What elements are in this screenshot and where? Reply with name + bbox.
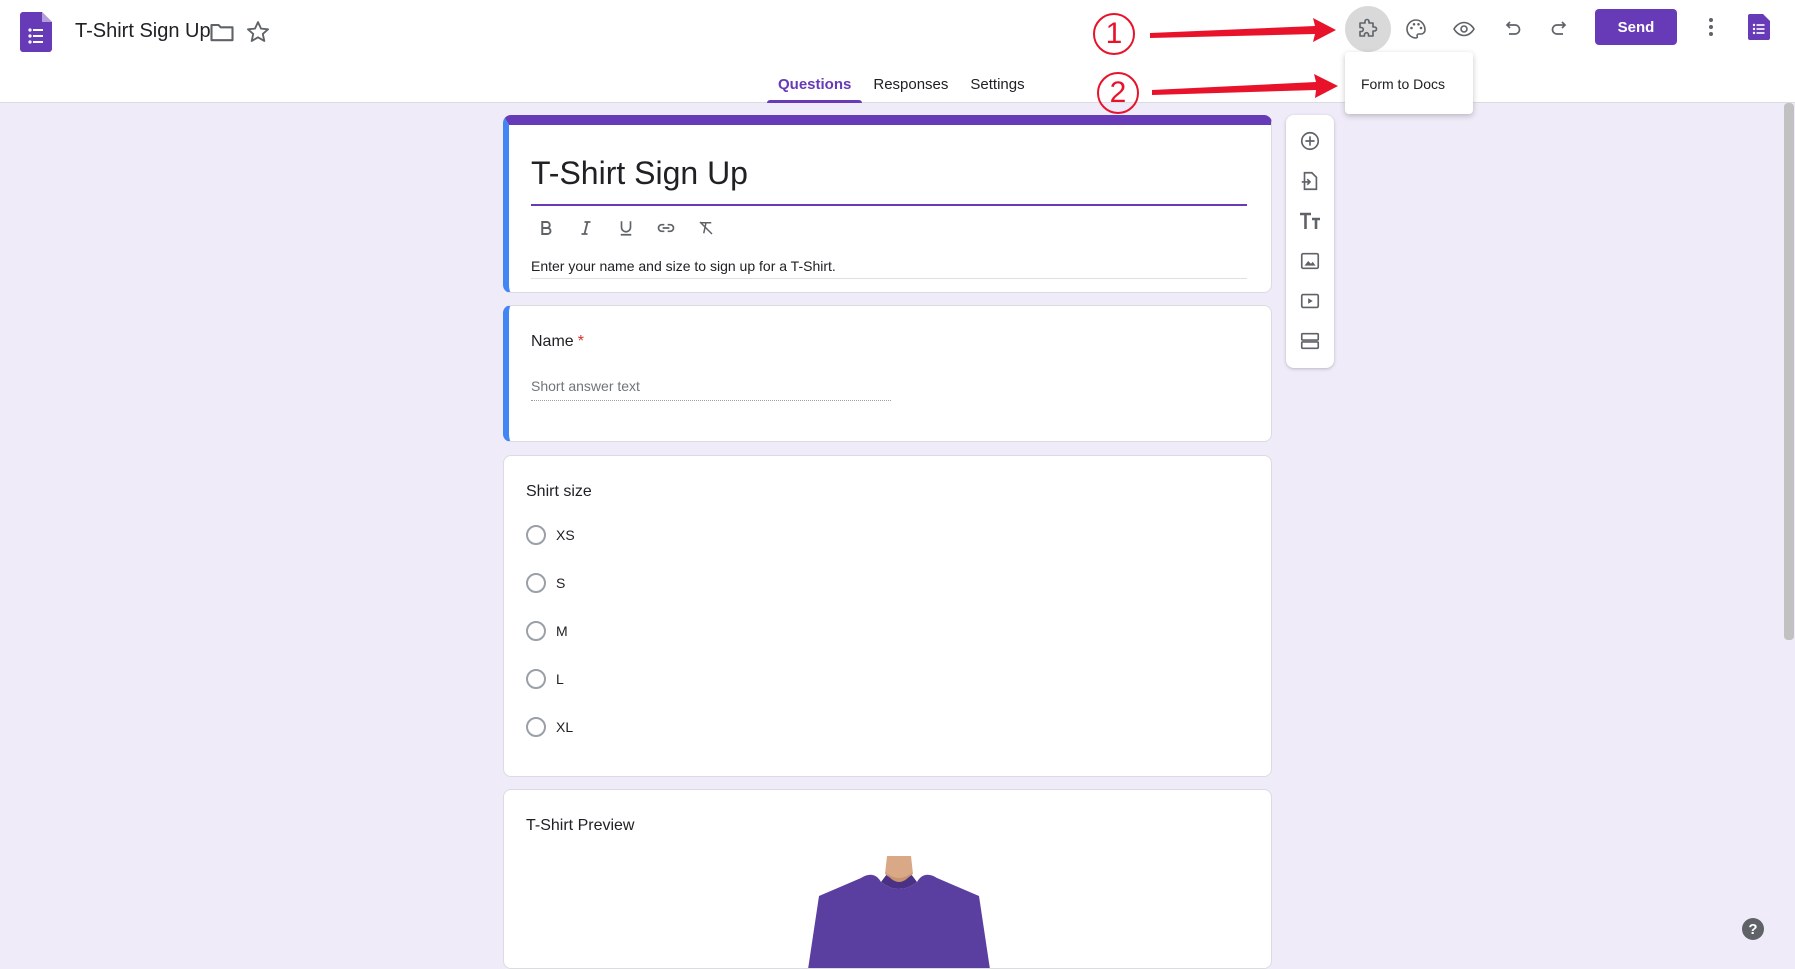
radio-button[interactable] [526,525,546,545]
question-title: Shirt size [526,483,592,500]
addons-menu: Form to Docs [1345,52,1473,114]
tab-questions[interactable]: Questions [767,66,863,103]
redo-icon [1548,17,1572,41]
star-icon[interactable] [244,18,272,46]
tab-responses[interactable]: Responses [862,66,959,103]
radio-button[interactable] [526,669,546,689]
puzzle-addon-icon [1356,17,1380,41]
preview-button[interactable] [1441,6,1487,52]
question-side-toolbar [1286,115,1334,368]
required-mark: * [577,333,584,350]
option-label: L [556,671,564,687]
question-card-name[interactable]: Name * Short answer text [503,305,1272,442]
redo-button[interactable] [1537,6,1583,52]
theme-button[interactable] [1393,6,1439,52]
forms-mini-icon[interactable] [1748,14,1770,40]
form-title-card[interactable]: T-Shirt Sign Up Enter your name and size… [503,115,1272,293]
add-image-icon[interactable] [1296,247,1324,275]
send-button[interactable]: Send [1595,9,1677,45]
form-tabs: Questions Responses Settings [767,66,1036,103]
option-label: M [556,623,568,639]
annotation-number-2: 2 [1097,72,1139,114]
bold-icon[interactable] [531,213,561,243]
radio-button[interactable] [526,573,546,593]
description-underline [531,278,1247,279]
addons-button[interactable] [1345,6,1391,52]
question-card-shirt-size[interactable]: Shirt size XS S M L XL [503,455,1272,777]
option-label: XL [556,719,574,735]
title-underline [531,204,1247,206]
option-m[interactable]: M [526,621,568,641]
question-title: Name * [531,333,584,351]
palette-icon [1404,17,1428,41]
question-title-text: Name [531,333,574,350]
add-title-icon[interactable] [1296,207,1324,235]
folder-icon[interactable] [208,18,236,46]
clear-format-icon[interactable] [691,213,721,243]
option-label: S [556,575,566,591]
undo-button[interactable] [1489,6,1535,52]
radio-button[interactable] [526,621,546,641]
tshirt-image [799,855,999,968]
format-toolbar [531,213,721,243]
form-description[interactable]: Enter your name and size to sign up for … [531,258,836,274]
option-label: XS [556,527,575,543]
option-s[interactable]: S [526,573,565,593]
short-answer-field[interactable]: Short answer text [531,378,891,401]
eye-preview-icon [1452,17,1476,41]
underline-icon[interactable] [611,213,641,243]
doc-title[interactable]: T-Shirt Sign Up [75,20,211,43]
add-question-icon[interactable] [1296,127,1324,155]
app-header: T-Shirt Sign Up Questions Responses Sett… [0,0,1795,103]
page-scrollbar[interactable] [1784,103,1794,640]
add-video-icon[interactable] [1296,287,1324,315]
option-xl[interactable]: XL [526,717,573,737]
italic-icon[interactable] [571,213,601,243]
annotation-number-1: 1 [1093,13,1135,55]
form-title[interactable]: T-Shirt Sign Up [531,155,748,192]
link-icon[interactable] [651,213,681,243]
import-questions-icon[interactable] [1296,167,1324,195]
undo-icon [1500,17,1524,41]
radio-button[interactable] [526,717,546,737]
tab-settings[interactable]: Settings [959,66,1035,103]
image-card-tshirt-preview[interactable]: T-Shirt Preview [503,789,1272,969]
option-l[interactable]: L [526,669,564,689]
image-title: T-Shirt Preview [526,817,635,834]
more-vert-icon [1708,17,1714,37]
option-xs[interactable]: XS [526,525,575,545]
more-options-button[interactable] [1697,11,1725,43]
help-button[interactable]: ? [1742,918,1764,940]
add-section-icon[interactable] [1296,327,1324,355]
forms-logo-icon[interactable] [20,12,52,52]
menu-item-form-to-docs[interactable]: Form to Docs [1361,76,1445,92]
